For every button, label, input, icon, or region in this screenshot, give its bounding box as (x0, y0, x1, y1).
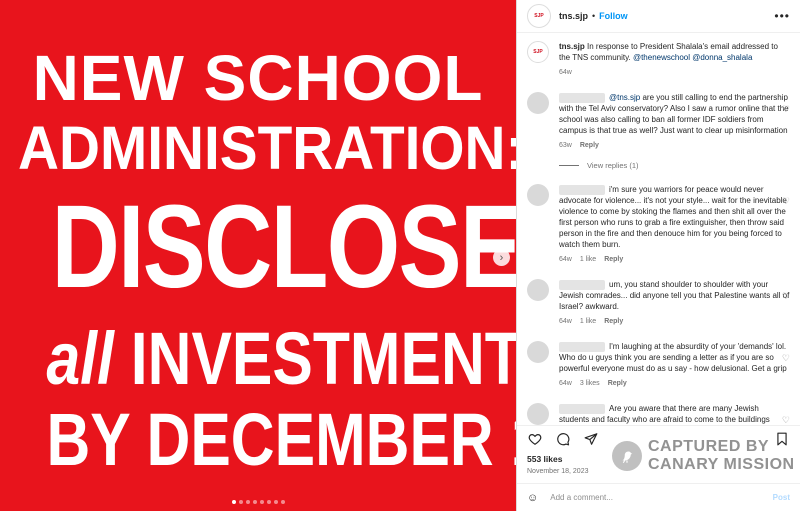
canary-bird-icon (612, 441, 642, 471)
comment-item: i'm sure you warriors for peace would ne… (527, 184, 790, 265)
post-caption: SJP tns.sjp In response to President Sha… (527, 41, 790, 78)
separator-dot: • (592, 11, 596, 21)
comment-icon[interactable] (555, 431, 571, 447)
comment-item: um, you stand shoulder to shoulder with … (527, 279, 790, 327)
watermark-line-1: CAPTURED BY (648, 438, 770, 455)
redacted-username[interactable] (559, 92, 605, 103)
poster-text: NEW SCHOOL ADMINISTRATION: DISCLOSE all … (0, 0, 516, 511)
redacted-username[interactable] (559, 184, 605, 195)
avatar[interactable]: SJP (527, 41, 549, 63)
comment-body: um, you stand shoulder to shoulder with … (559, 279, 790, 327)
caption-mentions[interactable]: @thenewschool @donna_shalala (633, 53, 752, 62)
heart-icon[interactable]: ♡ (782, 104, 790, 115)
view-replies-label: View replies (1) (587, 161, 639, 170)
heart-icon[interactable]: ♡ (782, 196, 790, 207)
carousel-dot (273, 500, 278, 504)
watermark-line-2: CANARY MISSION (648, 456, 795, 473)
avatar[interactable]: SJP (527, 4, 551, 28)
redacted-username[interactable] (559, 279, 605, 290)
avatar[interactable] (527, 341, 549, 363)
follow-button[interactable]: Follow (599, 11, 628, 21)
comment-item: @tns.sjp are you still calling to end th… (527, 92, 790, 151)
comment-item: I'm laughing at the absurdity of your 'd… (527, 341, 790, 389)
poster-line-1: NEW SCHOOL (32, 42, 484, 114)
comment-thread: @tns.sjp are you still calling to end th… (527, 92, 790, 425)
caption-meta: 64w (559, 67, 790, 78)
view-replies-button[interactable]: View replies (1) (559, 161, 790, 170)
sjp-logo: SJP (534, 12, 544, 19)
poster-word-all: all (46, 317, 114, 400)
comment-time: 63w (559, 142, 572, 149)
comment-item: Are you aware that there are many Jewish… (527, 403, 790, 425)
carousel-dot (280, 500, 285, 504)
header-username[interactable]: tns.sjp (559, 11, 588, 21)
reply-button[interactable]: Reply (608, 378, 627, 389)
reply-button[interactable]: Reply (604, 316, 623, 327)
reply-button[interactable]: Reply (580, 140, 599, 151)
divider-line (559, 165, 579, 166)
poster-line-4: all INVESTMENTS (46, 322, 516, 396)
post-comment-button[interactable]: Post (773, 493, 790, 502)
caption-time: 64w (559, 69, 572, 76)
post-side-panel: SJP tns.sjp • Follow ••• SJP tns.sjp In … (516, 0, 800, 511)
carousel-dot (252, 500, 257, 504)
avatar[interactable] (527, 279, 549, 301)
add-comment-bar: ☺ Post (517, 483, 800, 511)
comment-time: 64w (559, 256, 572, 263)
comment-text: i'm sure you warriors for peace would ne… (559, 185, 787, 249)
comment-time: 64w (559, 318, 572, 325)
poster-line-3: DISCLOSE (51, 181, 516, 313)
reply-button[interactable]: Reply (604, 254, 623, 265)
heart-icon[interactable] (527, 431, 543, 447)
comment-body: @tns.sjp are you still calling to end th… (559, 92, 790, 151)
carousel-dot (238, 500, 243, 504)
poster-deadline: BY DECEMBER 1 (46, 398, 516, 481)
smiley-icon[interactable]: ☺ (527, 492, 538, 504)
comments-list[interactable]: SJP tns.sjp In response to President Sha… (517, 33, 800, 425)
poster-line-5: BY DECEMBER 1ST (46, 403, 516, 477)
avatar[interactable] (527, 403, 549, 425)
comment-input[interactable] (548, 492, 773, 503)
watermark-text: CAPTURED BY CANARY MISSION (648, 438, 795, 474)
ellipsis-icon[interactable]: ••• (774, 9, 790, 23)
comment-mention[interactable]: @tns.sjp (609, 93, 640, 102)
caption-username[interactable]: tns.sjp (559, 42, 585, 51)
carousel-dot (231, 500, 236, 504)
heart-icon[interactable]: ♡ (782, 353, 790, 364)
carousel-indicator (0, 500, 516, 504)
comment-likes[interactable]: 1 like (580, 254, 596, 265)
comment-body: I'm laughing at the absurdity of your 'd… (559, 341, 790, 389)
send-icon[interactable] (583, 431, 599, 447)
heart-icon[interactable]: ♡ (782, 291, 790, 302)
post-image: NEW SCHOOL ADMINISTRATION: DISCLOSE all … (0, 0, 516, 511)
avatar[interactable] (527, 92, 549, 114)
comment-body: Are you aware that there are many Jewish… (559, 403, 790, 425)
comment-meta: 64w 1 like Reply (559, 316, 790, 327)
redacted-username[interactable] (559, 341, 605, 352)
comment-likes[interactable]: 3 likes (580, 378, 600, 389)
comment-meta: 64w 3 likes Reply (559, 378, 790, 389)
poster-word-investments: INVESTMENTS (130, 317, 516, 400)
carousel-dot (259, 500, 264, 504)
caption-body: tns.sjp In response to President Shalala… (559, 41, 790, 78)
carousel-dot (266, 500, 271, 504)
avatar[interactable] (527, 184, 549, 206)
sjp-logo: SJP (533, 49, 543, 55)
comment-meta: 64w 1 like Reply (559, 254, 790, 265)
heart-icon[interactable]: ♡ (782, 415, 790, 425)
carousel-next-button[interactable]: › (493, 249, 510, 266)
chevron-right-icon: › (499, 251, 504, 264)
redacted-username[interactable] (559, 403, 605, 414)
post-header: SJP tns.sjp • Follow ••• (517, 0, 800, 33)
canary-mission-watermark: CAPTURED BY CANARY MISSION (612, 438, 798, 474)
comment-time: 64w (559, 380, 572, 387)
comment-body: i'm sure you warriors for peace would ne… (559, 184, 790, 265)
comment-likes[interactable]: 1 like (580, 316, 596, 327)
carousel-dot (245, 500, 250, 504)
poster-line-2: ADMINISTRATION: (18, 114, 516, 182)
comment-meta: 63w Reply (559, 140, 790, 151)
